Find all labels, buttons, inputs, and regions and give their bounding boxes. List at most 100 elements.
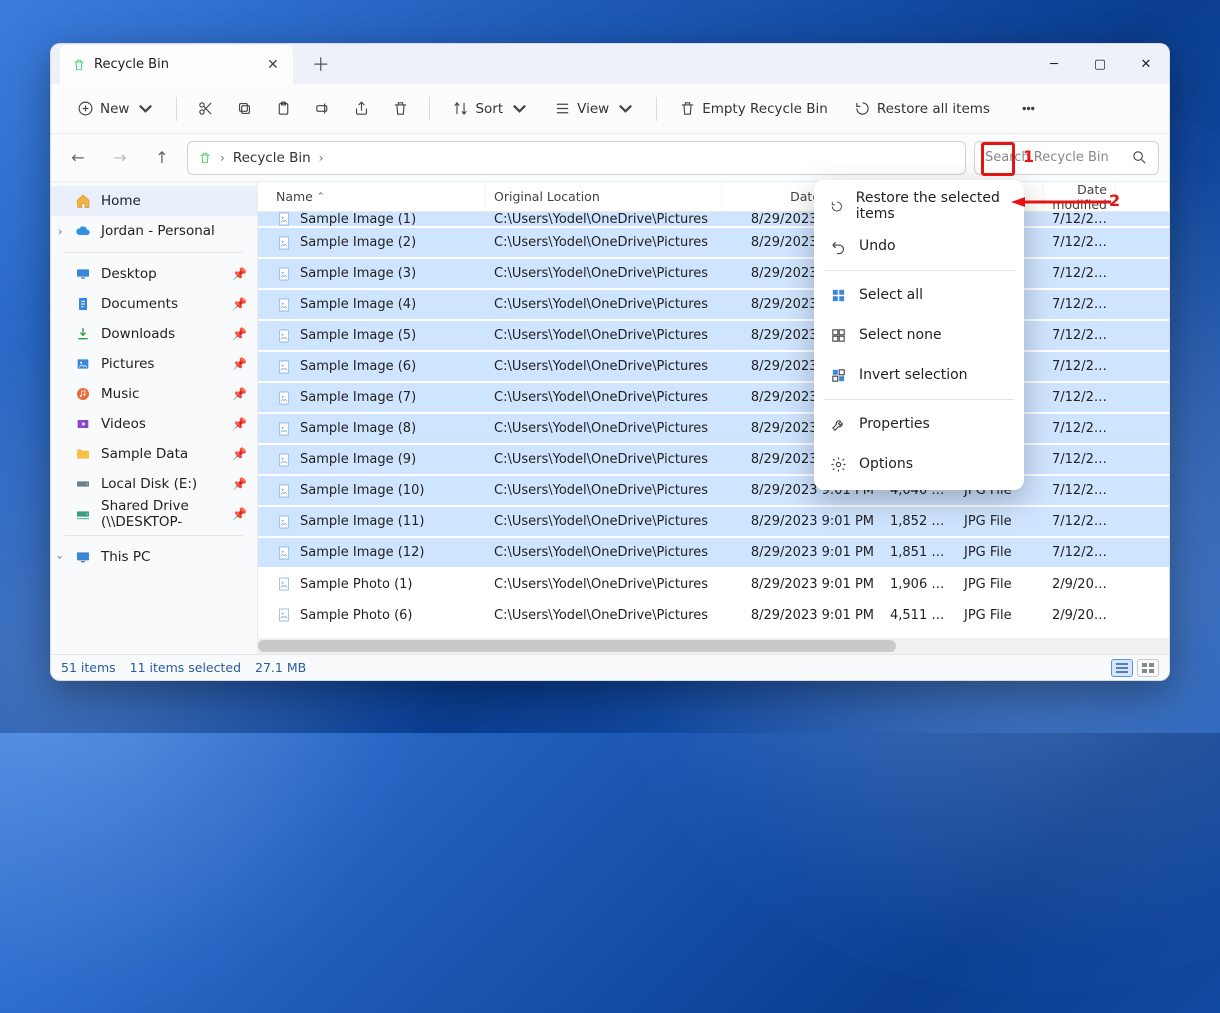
menu-undo[interactable]: Undo [814, 226, 1024, 266]
separator [176, 97, 177, 121]
restore-all-items-button[interactable]: Restore all items [844, 94, 1000, 123]
sidebar-item-documents[interactable]: Documents📌 [51, 289, 257, 319]
horizontal-scrollbar[interactable] [258, 638, 1169, 654]
table-row[interactable]: Sample Photo (6)C:\Users\Yodel\OneDrive\… [258, 600, 1169, 631]
menu-invert-selection[interactable]: Invert selection [814, 355, 1024, 395]
download-icon [75, 326, 91, 342]
menu-properties[interactable]: Properties [814, 404, 1024, 444]
table-row[interactable]: Sample Image (8)C:\Users\Yodel\OneDrive\… [258, 414, 1169, 445]
new-tab-button[interactable]: ＋ [312, 51, 330, 77]
cell-date-modified: 7/12/2023 [1044, 235, 1116, 250]
sidebar-item-pictures[interactable]: Pictures📌 [51, 349, 257, 379]
expand-icon[interactable]: › [54, 555, 67, 559]
table-row[interactable]: Sample Image (6)C:\Users\Yodel\OneDrive\… [258, 352, 1169, 383]
cell-name: Sample Image (4) [268, 297, 486, 313]
tab-close-button[interactable]: ✕ [267, 57, 279, 73]
minimize-button[interactable]: ─ [1031, 44, 1077, 84]
table-row[interactable]: Sample Image (9)C:\Users\Yodel\OneDrive\… [258, 445, 1169, 476]
table-row[interactable]: Sample Photo (1)C:\Users\Yodel\OneDrive\… [258, 569, 1169, 600]
pin-icon: 📌 [232, 507, 247, 521]
search-input[interactable]: Search Recycle Bin [974, 141, 1159, 175]
sidebar-item-onedrive[interactable]: › Jordan - Personal [51, 216, 257, 246]
maximize-button[interactable]: ▢ [1077, 44, 1123, 84]
table-row[interactable]: Sample Image (5)C:\Users\Yodel\OneDrive\… [258, 321, 1169, 352]
breadcrumb-separator: › [319, 151, 324, 165]
file-rows[interactable]: Sample Image (1)C:\Users\Yodel\OneDrive\… [258, 212, 1169, 638]
menu-restore-selected[interactable]: Restore the selected items [814, 186, 1024, 226]
share-button[interactable] [345, 94, 378, 123]
table-row[interactable]: Sample Image (10)C:\Users\Yodel\OneDrive… [258, 476, 1169, 507]
paste-button[interactable] [267, 94, 300, 123]
sort-button[interactable]: Sort [442, 94, 538, 123]
cut-button[interactable] [189, 94, 222, 123]
file-explorer-window: Recycle Bin ✕ ＋ ─ ▢ ✕ New Sort [50, 43, 1170, 681]
sort-label: Sort [475, 101, 503, 117]
delete-button[interactable] [384, 94, 417, 123]
sidebar-item-music[interactable]: Music📌 [51, 379, 257, 409]
cell-size: 1,851 KB [882, 545, 956, 560]
sidebar-item-home[interactable]: Home [51, 186, 257, 216]
tab-title: Recycle Bin [94, 57, 169, 72]
table-row[interactable]: Sample Image (3)C:\Users\Yodel\OneDrive\… [258, 259, 1169, 290]
back-button[interactable]: ← [61, 141, 95, 175]
table-row[interactable]: Sample Image (4)C:\Users\Yodel\OneDrive\… [258, 290, 1169, 321]
table-row[interactable]: Sample Image (1)C:\Users\Yodel\OneDrive\… [258, 212, 1169, 228]
cell-original-location: C:\Users\Yodel\OneDrive\Pictures [486, 359, 722, 374]
menu-select-all[interactable]: Select all [814, 275, 1024, 315]
column-date-modified[interactable]: Date modified [1044, 182, 1116, 211]
sidebar-item-this-pc[interactable]: › This PC [51, 542, 257, 572]
sidebar-label: Downloads [101, 326, 175, 342]
address-bar[interactable]: › Recycle Bin › [187, 141, 966, 175]
cell-item-type: JPG File [956, 577, 1044, 592]
cell-original-location: C:\Users\Yodel\OneDrive\Pictures [486, 266, 722, 281]
more-button[interactable] [1012, 94, 1045, 123]
annotation-label-1: 1 [1023, 147, 1034, 166]
title-bar: Recycle Bin ✕ ＋ ─ ▢ ✕ [51, 44, 1169, 84]
thumbnails-view-button[interactable] [1137, 659, 1159, 677]
plus-circle-icon [77, 100, 94, 117]
copy-button[interactable] [228, 94, 261, 123]
invert-icon [830, 367, 847, 384]
cell-date-modified: 7/12/2023 [1044, 212, 1116, 227]
forward-button[interactable]: → [103, 141, 137, 175]
menu-options[interactable]: Options [814, 444, 1024, 484]
table-row[interactable]: Sample Image (12)C:\Users\Yodel\OneDrive… [258, 538, 1169, 569]
window-controls: ─ ▢ ✕ [1031, 44, 1169, 84]
netdrive-icon [75, 506, 91, 522]
details-view-button[interactable] [1111, 659, 1133, 677]
sidebar-item-shared-drive-desktop-[interactable]: Shared Drive (\\DESKTOP-📌 [51, 499, 257, 529]
view-button[interactable]: View [544, 94, 644, 123]
sidebar-item-downloads[interactable]: Downloads📌 [51, 319, 257, 349]
tab-recycle-bin[interactable]: Recycle Bin ✕ [59, 44, 294, 84]
expand-icon[interactable]: › [58, 225, 62, 238]
up-button[interactable]: ↑ [145, 141, 179, 175]
rename-button[interactable] [306, 94, 339, 123]
new-button[interactable]: New [67, 94, 164, 123]
sidebar-item-videos[interactable]: Videos📌 [51, 409, 257, 439]
cell-item-type: JPG File [956, 545, 1044, 560]
sidebar-label: Pictures [101, 356, 154, 372]
menu-separator [824, 399, 1014, 400]
table-row[interactable]: Sample Image (11)C:\Users\Yodel\OneDrive… [258, 507, 1169, 538]
cell-date-modified: 7/12/2023 [1044, 452, 1116, 467]
cell-date-modified: 2/9/2023 [1044, 608, 1116, 623]
sidebar-item-sample-data[interactable]: Sample Data📌 [51, 439, 257, 469]
table-row[interactable]: Sample Image (2)C:\Users\Yodel\OneDrive\… [258, 228, 1169, 259]
cell-original-location: C:\Users\Yodel\OneDrive\Pictures [486, 545, 722, 560]
column-name[interactable]: Name⌃ [268, 182, 486, 211]
menu-select-none[interactable]: Select none [814, 315, 1024, 355]
table-row[interactable]: Sample Image (7)C:\Users\Yodel\OneDrive\… [258, 383, 1169, 414]
cell-original-location: C:\Users\Yodel\OneDrive\Pictures [486, 212, 722, 227]
close-window-button[interactable]: ✕ [1123, 44, 1169, 84]
drive-icon [75, 476, 91, 492]
cell-original-location: C:\Users\Yodel\OneDrive\Pictures [486, 483, 722, 498]
empty-recycle-bin-button[interactable]: Empty Recycle Bin [669, 94, 838, 123]
cell-original-location: C:\Users\Yodel\OneDrive\Pictures [486, 421, 722, 436]
chevron-down-icon [617, 100, 634, 117]
scrollbar-thumb[interactable] [258, 640, 896, 652]
column-original-location[interactable]: Original Location [486, 182, 722, 211]
breadcrumb-root[interactable]: Recycle Bin [233, 150, 311, 166]
sidebar-item-desktop[interactable]: Desktop📌 [51, 259, 257, 289]
sidebar-item-local-disk-e-[interactable]: Local Disk (E:)📌 [51, 469, 257, 499]
cell-original-location: C:\Users\Yodel\OneDrive\Pictures [486, 577, 722, 592]
